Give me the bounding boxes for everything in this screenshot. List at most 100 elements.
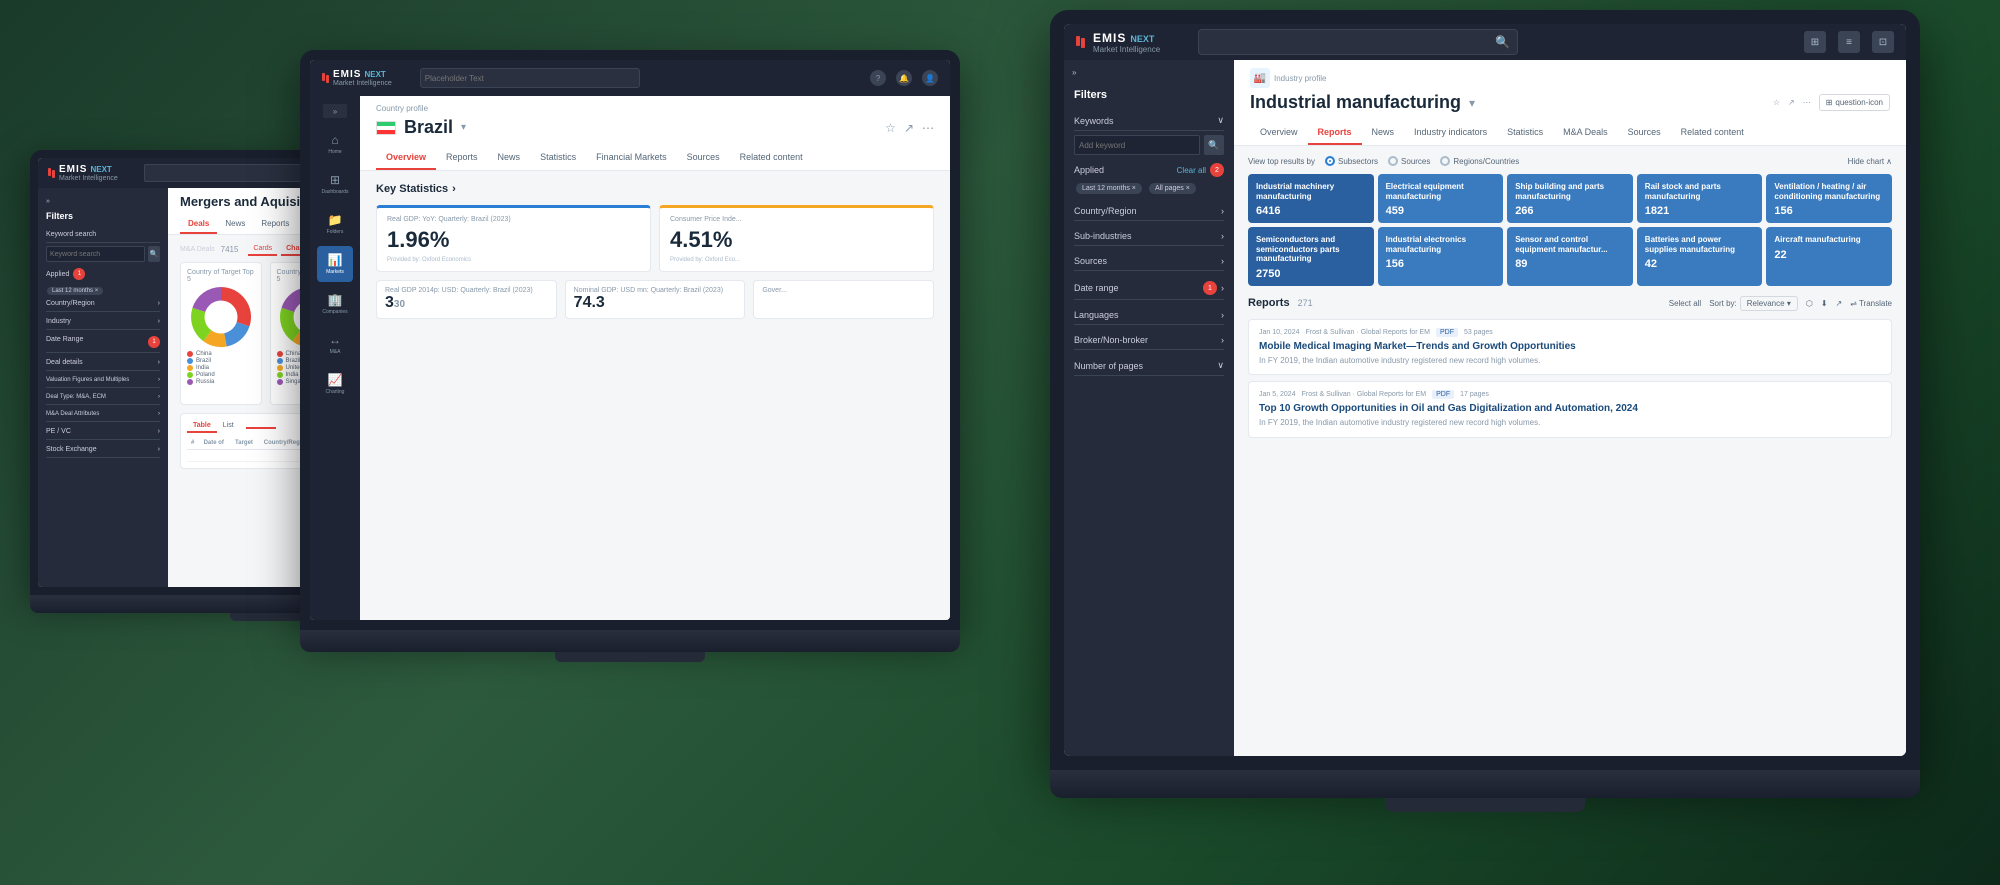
nav-related-main[interactable]: Related content xyxy=(1671,121,1754,145)
filter-expand-main[interactable]: » xyxy=(1064,60,1234,85)
stock-exchange-label[interactable]: Stock Exchange › xyxy=(46,442,160,458)
report-title-1[interactable]: Top 10 Growth Opportunities in Oil and G… xyxy=(1259,403,1881,414)
industry-label[interactable]: Industry › xyxy=(46,314,160,330)
subsector-card-8[interactable]: Batteries and power supplies manufacturi… xyxy=(1637,227,1763,286)
download-icon[interactable]: ⬇ xyxy=(1821,299,1828,308)
sidebar-item-markets[interactable]: 📊 Markets xyxy=(317,246,353,282)
translate-btn[interactable]: ⇌ Translate xyxy=(1850,299,1892,308)
radio-sources[interactable]: Sources xyxy=(1388,156,1430,166)
keyword-search-btn[interactable]: 🔍 xyxy=(148,246,160,262)
filter-expand-btn[interactable]: » xyxy=(38,194,168,209)
sidebar-expand-btn[interactable]: » xyxy=(323,104,347,118)
save-icon-reports[interactable]: ⬡ xyxy=(1806,299,1813,308)
subsector-card-4[interactable]: Ventilation / heating / air conditioning… xyxy=(1766,174,1892,223)
dropdown-icon[interactable]: ▾ xyxy=(461,122,466,133)
col-num: # xyxy=(187,437,200,450)
sidebar-item-companies[interactable]: 🏢 Companies xyxy=(317,286,353,322)
nav-statistics-main[interactable]: Statistics xyxy=(1497,121,1553,145)
nav-news[interactable]: News xyxy=(488,146,531,170)
nav-indicators[interactable]: Industry indicators xyxy=(1404,121,1497,145)
radio-regions[interactable]: Regions/Countries xyxy=(1440,156,1519,166)
user-icon[interactable]: 👤 xyxy=(922,70,938,86)
notification-icon[interactable]: 🔔 xyxy=(896,70,912,86)
sources-label[interactable]: Sources › xyxy=(1074,250,1224,271)
deal-details-label[interactable]: Deal details › xyxy=(46,355,160,371)
subsector-card-5[interactable]: Semiconductors and semiconductors parts … xyxy=(1248,227,1374,286)
subsector-card-6[interactable]: Industrial electronics manufacturing 156 xyxy=(1378,227,1504,286)
tab-reports[interactable]: Reports xyxy=(253,215,297,234)
country-region-label[interactable]: Country/Region › xyxy=(46,296,160,312)
tag-months[interactable]: Last 12 months × xyxy=(1076,183,1142,194)
nav-sources[interactable]: Sources xyxy=(677,146,730,170)
languages-label[interactable]: Languages › xyxy=(1074,304,1224,325)
nav-reports-main[interactable]: Reports xyxy=(1308,121,1362,145)
pe-vc-label[interactable]: PE / VC › xyxy=(46,424,160,440)
country-label-main[interactable]: Country/Region › xyxy=(1074,200,1224,221)
grid-view-btn[interactable]: ⊞ xyxy=(1804,31,1826,53)
subsector-card-2[interactable]: Ship building and parts manufacturing 26… xyxy=(1507,174,1633,223)
table-btn-table[interactable]: Table xyxy=(187,420,217,433)
nav-financial[interactable]: Financial Markets xyxy=(586,146,677,170)
search-input-mid[interactable] xyxy=(420,68,640,88)
subsector-card-0[interactable]: Industrial machinery manufacturing 6416 xyxy=(1248,174,1374,223)
industry-dropdown-icon[interactable]: ▾ xyxy=(1469,96,1475,110)
options-view-btn[interactable]: ⊡ xyxy=(1872,31,1894,53)
clear-all-btn[interactable]: Clear all xyxy=(1177,166,1206,175)
tab-news[interactable]: News xyxy=(217,215,253,234)
keyword-search-main[interactable]: 🔍 xyxy=(1204,135,1224,155)
sidebar-item-home[interactable]: ⌂ Home xyxy=(317,126,353,162)
keyword-input[interactable] xyxy=(46,246,145,262)
tag-pages[interactable]: All pages × xyxy=(1149,183,1196,194)
nav-overview-main[interactable]: Overview xyxy=(1250,121,1308,145)
broker-label[interactable]: Broker/Non-broker › xyxy=(1074,329,1224,350)
help-icon[interactable]: ? xyxy=(870,70,886,86)
search-input-main[interactable] xyxy=(1198,29,1518,55)
nav-reports[interactable]: Reports xyxy=(436,146,488,170)
valuation-label[interactable]: Valuation Figures and Multiples › xyxy=(46,373,160,388)
relevance-pill[interactable]: Relevance ▾ xyxy=(1740,296,1798,311)
select-all-btn[interactable]: Select all xyxy=(1669,299,1701,308)
sidebar-item-folders[interactable]: 📁 Folders xyxy=(317,206,353,242)
share-icon-reports[interactable]: ↗ xyxy=(1836,299,1843,308)
nav-news-main[interactable]: News xyxy=(1362,121,1405,145)
share-icon-main[interactable]: ↗ xyxy=(1788,98,1795,107)
subsector-card-1[interactable]: Electrical equipment manufacturing 459 xyxy=(1378,174,1504,223)
filter-tag-months[interactable]: Last 12 months × xyxy=(47,287,103,295)
list-view-btn[interactable]: ≡ xyxy=(1838,31,1860,53)
report-title-0[interactable]: Mobile Medical Imaging Market—Trends and… xyxy=(1259,341,1881,352)
date-range-label[interactable]: Date Range 1 xyxy=(46,332,160,353)
nav-statistics[interactable]: Statistics xyxy=(530,146,586,170)
more-icon-main[interactable]: ⋯ xyxy=(1803,98,1811,107)
table-btn-list[interactable]: List xyxy=(217,420,240,433)
subsector-card-3[interactable]: Rail stock and parts manufacturing 1821 xyxy=(1637,174,1763,223)
subsector-card-7[interactable]: Sensor and control equipment manufactur.… xyxy=(1507,227,1633,286)
star-icon-main[interactable]: ☆ xyxy=(1773,98,1780,107)
sub-tab-cards[interactable]: Cards xyxy=(248,243,277,256)
nav-ma[interactable]: M&A Deals xyxy=(1553,121,1618,145)
star-icon[interactable]: ☆ xyxy=(885,121,896,135)
tab-deals[interactable]: Deals xyxy=(180,215,217,234)
deal-type-label[interactable]: Deal Type: M&A, ECM › xyxy=(46,390,160,405)
more-icon[interactable]: ⋯ xyxy=(922,121,934,135)
keyword-input-main[interactable] xyxy=(1074,135,1200,155)
pages-label[interactable]: Number of pages ∨ xyxy=(1074,354,1224,376)
share-icon[interactable]: ↗ xyxy=(904,121,914,135)
header-search-small[interactable] xyxy=(144,164,324,182)
radio-subsectors[interactable]: Subsectors xyxy=(1325,156,1378,166)
date-range-label-main[interactable]: Date range 1 › xyxy=(1074,275,1224,300)
search-mid[interactable] xyxy=(420,68,640,88)
folders-label: Folders xyxy=(327,229,344,235)
nav-related[interactable]: Related content xyxy=(730,146,813,170)
sidebar-item-dashboards[interactable]: ⊞ Dashboards xyxy=(317,166,353,202)
nav-sources-main[interactable]: Sources xyxy=(1618,121,1671,145)
sidebar-item-charting[interactable]: 📈 Charting xyxy=(317,366,353,402)
hide-chart-btn[interactable]: Hide chart ∧ xyxy=(1848,157,1892,166)
sidebar-item-ma[interactable]: ↔ M&A xyxy=(317,326,353,362)
nav-overview[interactable]: Overview xyxy=(376,146,436,170)
subsector-card-9[interactable]: Aircraft manufacturing 22 xyxy=(1766,227,1892,286)
ma-attributes-label[interactable]: M&A Deal Attributes › xyxy=(46,407,160,422)
search-input-small[interactable] xyxy=(144,164,324,182)
main-search-wrap[interactable]: 🔍 xyxy=(1198,29,1518,55)
add-dashboard-btn[interactable]: ⊞ question-icon xyxy=(1819,94,1890,111)
sub-industries-label[interactable]: Sub-industries › xyxy=(1074,225,1224,246)
